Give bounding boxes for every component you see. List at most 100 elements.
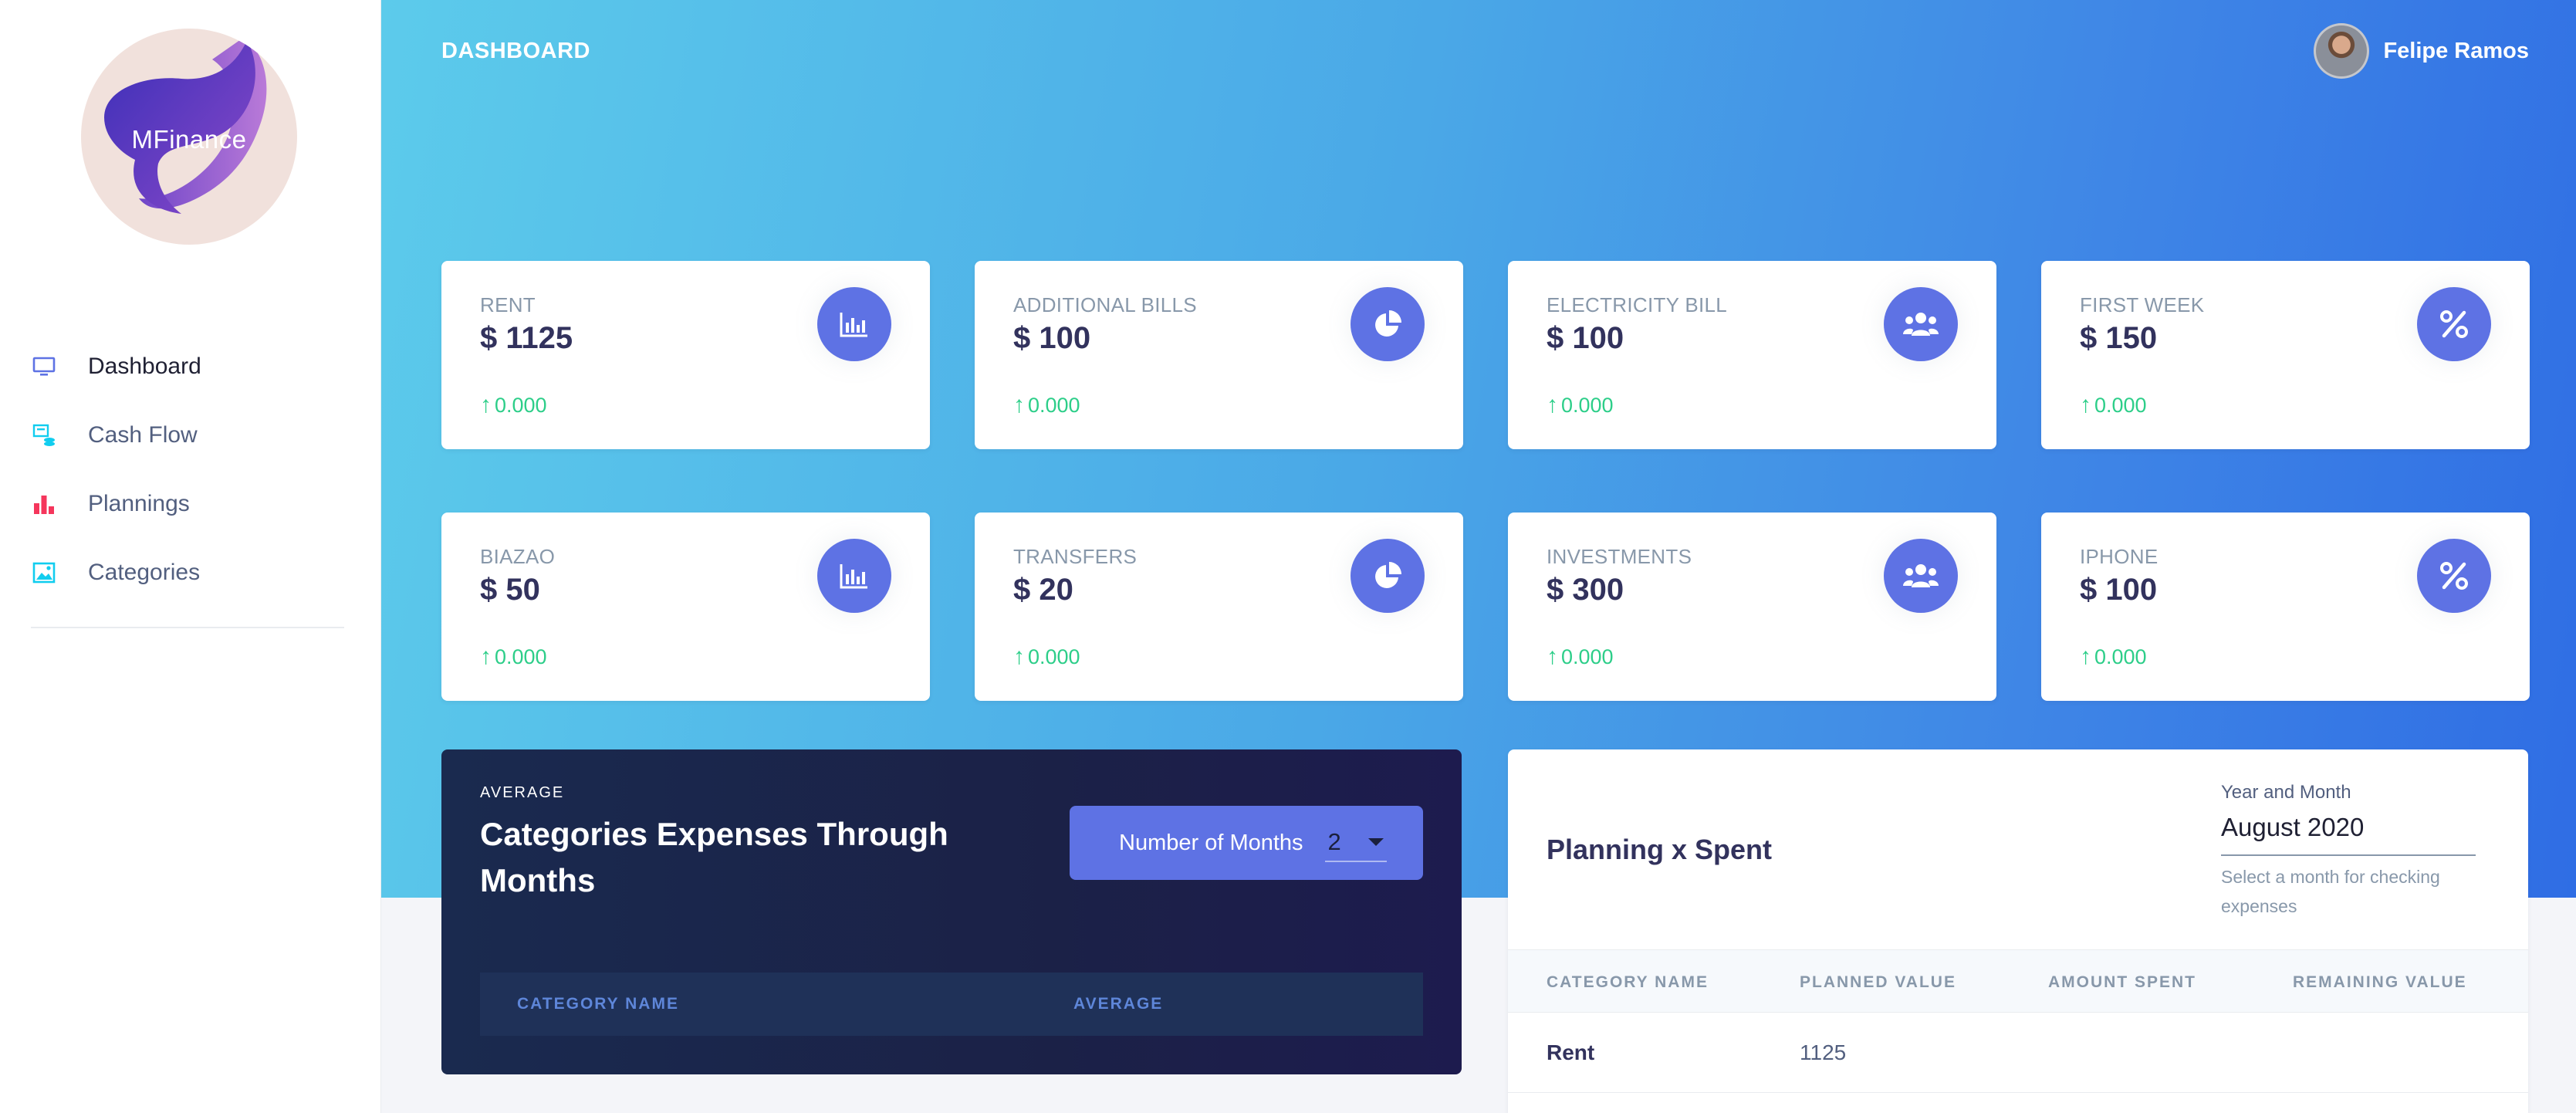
number-of-months-select[interactable]: Number of Months 2: [1070, 806, 1423, 880]
stat-card-value: $ 20: [1013, 573, 1073, 607]
chart-bar-icon: [817, 539, 891, 613]
sidebar-nav: Dashboard Cash Flow Plannings Categories: [0, 332, 381, 607]
arrow-up-icon: ↑: [1547, 392, 1558, 418]
stat-card-first-week[interactable]: FIRST WEEK $ 150 ↑ 0.000: [2041, 261, 2530, 449]
stat-card-change-value: 0.000: [1028, 393, 1080, 417]
arrow-up-icon: ↑: [480, 644, 492, 669]
logo-text: MFinance: [131, 125, 247, 154]
stat-card-change-value: 0.000: [2094, 644, 2147, 668]
bar-chart-icon: [31, 491, 57, 517]
arrow-up-icon: ↑: [1013, 644, 1025, 669]
sidebar-item-label: Plannings: [88, 490, 190, 516]
caret-down-icon: [1367, 838, 1384, 846]
column-header-category-name[interactable]: CATEGORY NAME: [517, 995, 679, 1013]
arrow-up-icon: ↑: [1013, 392, 1025, 418]
months-dropdown[interactable]: 2: [1324, 824, 1387, 862]
user-name: Felipe Ramos: [2383, 38, 2529, 63]
average-eyebrow: AVERAGE: [480, 784, 565, 801]
mfinance-logo[interactable]: MFinance: [81, 29, 297, 245]
stat-card-change-value: 0.000: [495, 644, 547, 668]
avatar: [2314, 23, 2370, 79]
stat-card-change-value: 0.000: [1028, 644, 1080, 668]
arrow-up-icon: ↑: [480, 392, 492, 418]
stat-card-value: $ 150: [2080, 321, 2158, 355]
percent-icon: [2417, 539, 2491, 613]
sidebar-item-label: Categories: [88, 559, 201, 585]
cell-planned-value: 1125: [1800, 1040, 1847, 1064]
stat-card-change-value: 0.000: [495, 393, 547, 417]
chart-bar-icon: [817, 287, 891, 361]
column-header-planned-value[interactable]: PLANNED VALUE: [1800, 973, 1956, 992]
stat-card-title: ADDITIONAL BILLS: [1013, 293, 1197, 316]
stat-card-additional-bills[interactable]: ADDITIONAL BILLS $ 100 ↑ 0.000: [975, 261, 1463, 449]
user-menu[interactable]: Felipe Ramos: [2314, 23, 2529, 79]
image-icon: [31, 560, 57, 586]
column-header-amount-spent[interactable]: AMOUNT SPENT: [2048, 973, 2196, 992]
cell-category-name: Rent: [1547, 1040, 1595, 1064]
stat-card-title: FIRST WEEK: [2080, 293, 2205, 316]
sidebar-item-label: Cash Flow: [88, 421, 198, 448]
year-month-help-text: Select a month for checking expenses: [2221, 867, 2440, 916]
stat-card-change: ↑ 0.000: [2080, 644, 2147, 670]
column-header-remaining-value[interactable]: REMAINING VALUE: [2293, 973, 2467, 992]
stat-card-change: ↑ 0.000: [480, 392, 547, 418]
column-header-average[interactable]: AVERAGE: [1073, 995, 1163, 1013]
planning-table-header: CATEGORY NAME PLANNED VALUE AMOUNT SPENT…: [1508, 949, 2528, 1013]
sidebar-item-plannings[interactable]: Plannings: [0, 469, 381, 538]
percent-icon: [2417, 287, 2491, 361]
stat-card-change: ↑ 0.000: [1547, 644, 1614, 670]
stat-card-value: $ 50: [480, 573, 540, 607]
average-table-header: CATEGORY NAME AVERAGE: [480, 973, 1423, 1036]
stat-card-value: $ 100: [1547, 321, 1624, 355]
stat-card-investments[interactable]: INVESTMENTS $ 300 ↑ 0.000: [1508, 513, 1996, 701]
cash-flow-icon: [31, 422, 57, 448]
stat-card-value: $ 300: [1547, 573, 1624, 607]
monitor-icon: [31, 354, 57, 380]
arrow-up-icon: ↑: [2080, 392, 2091, 418]
planning-title: Planning x Spent: [1547, 834, 1773, 865]
users-icon: [1884, 539, 1958, 613]
sidebar-divider: [31, 627, 344, 628]
average-title: Categories Expenses Through Months: [480, 816, 948, 898]
stat-card-rent[interactable]: RENT $ 1125 ↑ 0.000: [441, 261, 930, 449]
chart-pie-icon: [1351, 539, 1425, 613]
stat-card-iphone[interactable]: IPHONE $ 100 ↑ 0.000: [2041, 513, 2530, 701]
planning-vs-spent-panel: Planning x Spent Year and Month August 2…: [1508, 749, 2528, 1113]
stat-card-value: $ 100: [1013, 321, 1091, 355]
stat-card-electricity-bill[interactable]: ELECTRICITY BILL $ 100 ↑ 0.000: [1508, 261, 1996, 449]
sidebar-item-cash-flow[interactable]: Cash Flow: [0, 401, 381, 469]
stat-card-transfers[interactable]: TRANSFERS $ 20 ↑ 0.000: [975, 513, 1463, 701]
stat-card-title: TRANSFERS: [1013, 545, 1138, 568]
page-title: DASHBOARD: [441, 39, 590, 63]
table-row[interactable]: Rent 1125: [1508, 1013, 2528, 1093]
column-header-category-name[interactable]: CATEGORY NAME: [1547, 973, 1709, 992]
sidebar: MFinance Dashboard Cash Flow Plannings C…: [0, 0, 381, 1113]
stat-card-change-value: 0.000: [1561, 644, 1614, 668]
sidebar-item-dashboard[interactable]: Dashboard: [0, 332, 381, 401]
stat-card-biazao[interactable]: BIAZAO $ 50 ↑ 0.000: [441, 513, 930, 701]
stat-card-title: ELECTRICITY BILL: [1547, 293, 1728, 316]
arrow-up-icon: ↑: [1547, 644, 1558, 669]
average-expenses-panel: AVERAGE Categories Expenses Through Mont…: [441, 749, 1462, 1074]
stat-card-change: ↑ 0.000: [1013, 392, 1080, 418]
stat-card-change: ↑ 0.000: [480, 644, 547, 670]
stat-card-value: $ 1125: [480, 321, 573, 355]
year-month-input[interactable]: August 2020: [2221, 813, 2476, 856]
number-of-months-label: Number of Months: [1119, 830, 1303, 855]
stat-card-title: IPHONE: [2080, 545, 2158, 568]
arrow-up-icon: ↑: [2080, 644, 2091, 669]
months-value: 2: [1327, 828, 1341, 855]
stat-card-title: INVESTMENTS: [1547, 545, 1692, 568]
stat-card-change-value: 0.000: [1561, 393, 1614, 417]
stat-card-change: ↑ 0.000: [1547, 392, 1614, 418]
stat-card-change: ↑ 0.000: [1013, 644, 1080, 670]
sidebar-item-categories[interactable]: Categories: [0, 538, 381, 607]
chart-pie-icon: [1351, 287, 1425, 361]
sidebar-item-label: Dashboard: [88, 353, 201, 379]
stat-card-change: ↑ 0.000: [2080, 392, 2147, 418]
users-icon: [1884, 287, 1958, 361]
stat-card-value: $ 100: [2080, 573, 2158, 607]
stat-card-change-value: 0.000: [2094, 393, 2147, 417]
stat-card-title: RENT: [480, 293, 536, 316]
stat-card-title: BIAZAO: [480, 545, 556, 568]
